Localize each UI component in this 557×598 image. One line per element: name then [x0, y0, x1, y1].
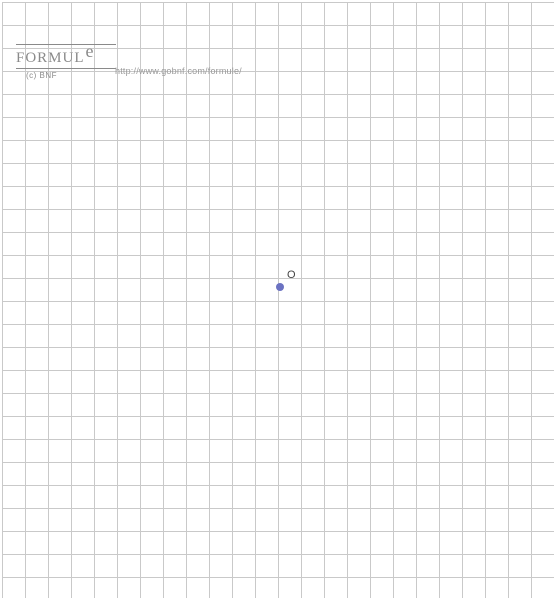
brand-rule-top: [16, 44, 116, 45]
brand-url: http://www.gobnf.com/formule/: [115, 66, 242, 76]
brand-copyright: (c) BNF: [16, 71, 116, 80]
brand-name: FORMUL e: [16, 47, 116, 66]
grid: [2, 2, 554, 598]
origin-label: O: [287, 269, 296, 281]
brand-name-prefix: FORMUL: [16, 51, 85, 66]
brand-rule-mid: [16, 68, 116, 69]
origin-point: [276, 283, 284, 291]
plot-canvas: FORMUL e (c) BNF http://www.gobnf.com/fo…: [0, 0, 557, 598]
brand-block: FORMUL e (c) BNF: [16, 44, 116, 80]
brand-name-suffix: e: [86, 42, 95, 60]
